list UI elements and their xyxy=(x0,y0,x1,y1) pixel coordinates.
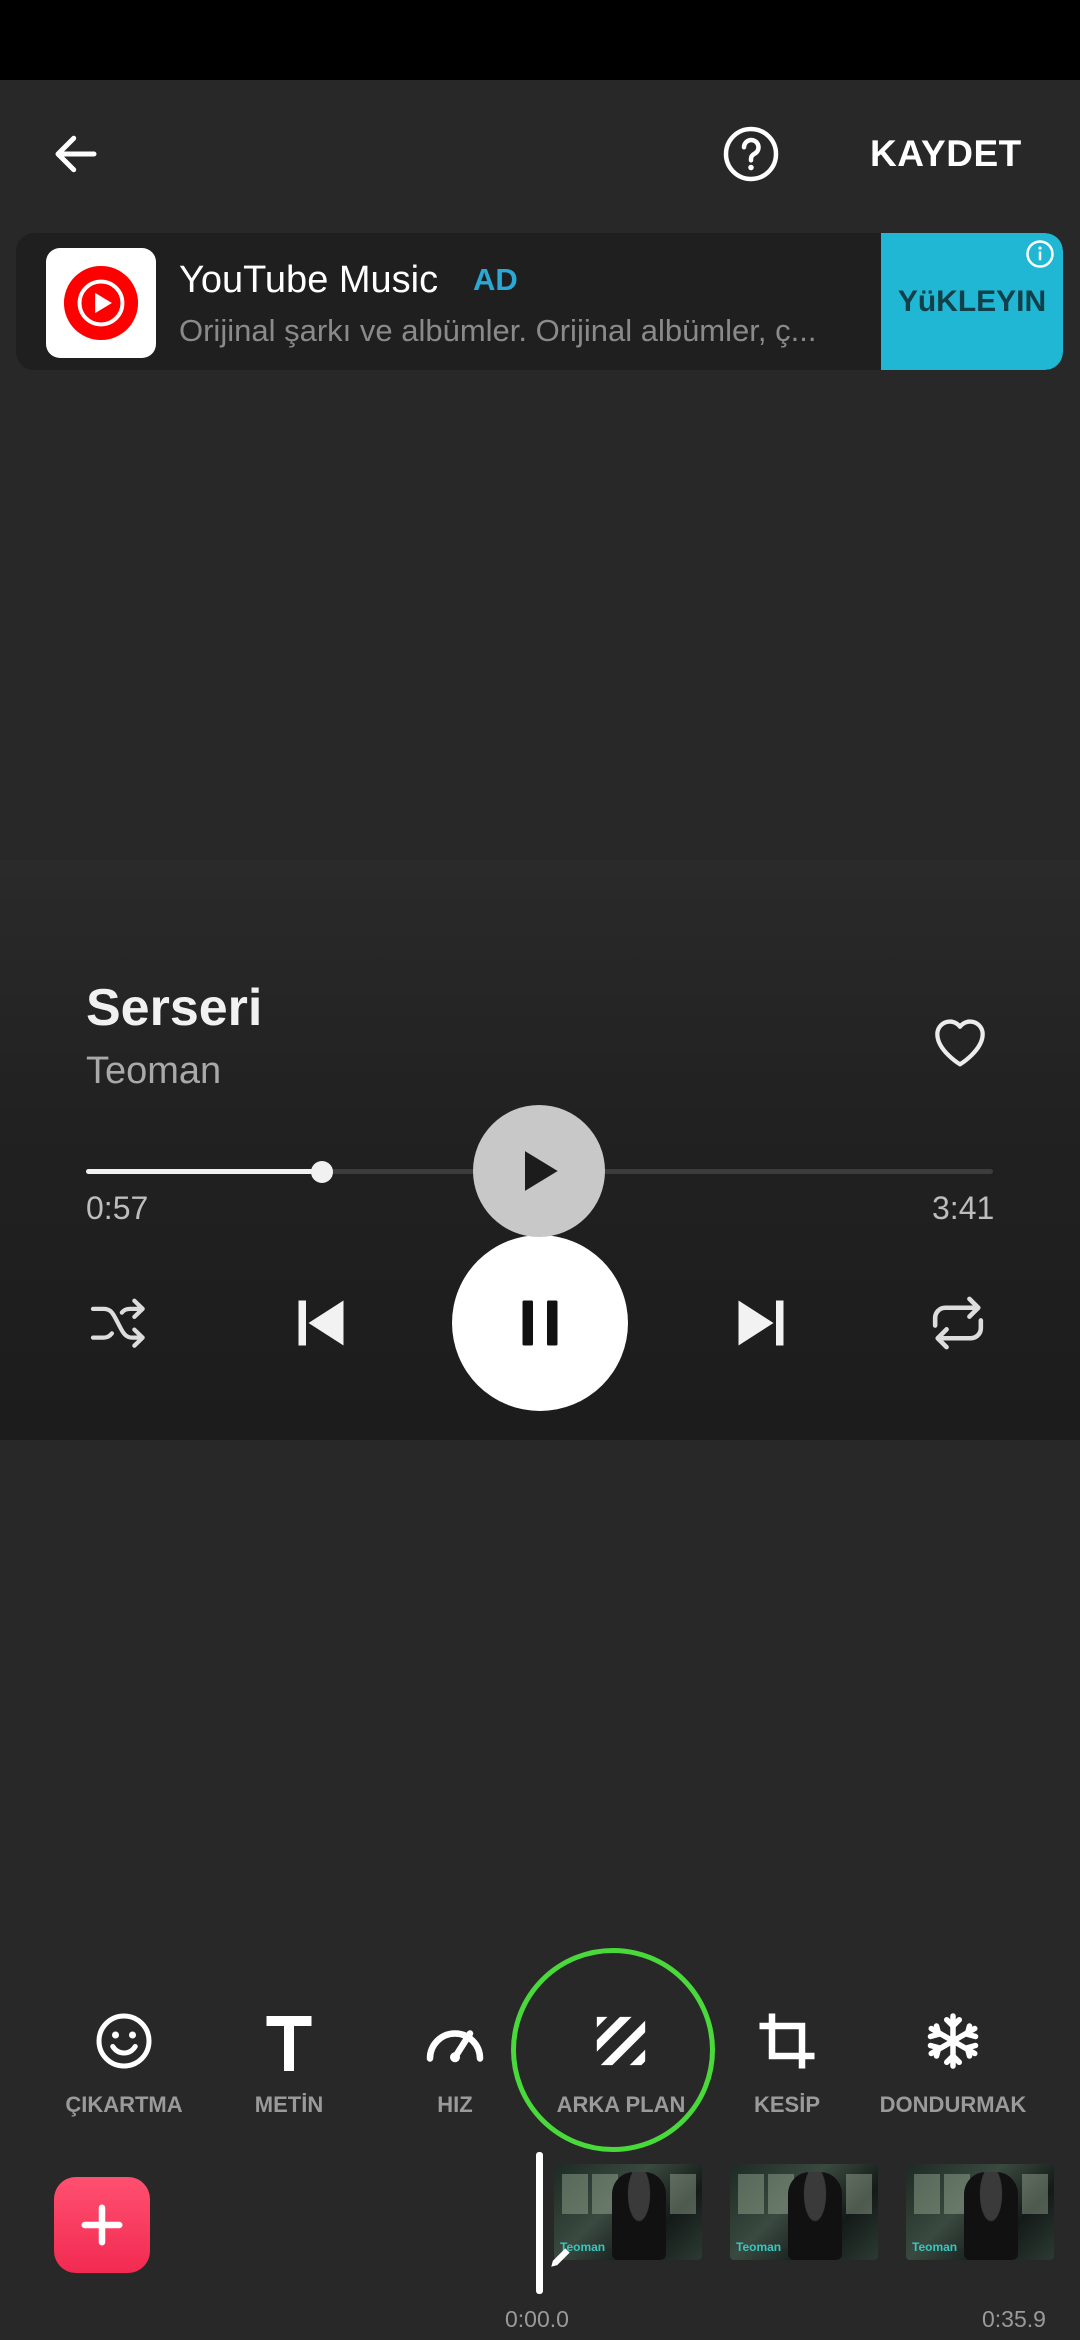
song-title: Serseri xyxy=(86,979,263,1037)
snowflake-icon xyxy=(927,2013,979,2069)
ad-install-button[interactable]: YüKLEYIN xyxy=(881,233,1063,370)
video-preview[interactable]: Serseri Teoman 0:57 3:41 xyxy=(0,860,1080,1440)
seek-bar-progress xyxy=(86,1169,322,1174)
tool-text[interactable]: METİN xyxy=(204,1990,374,2130)
skip-previous-icon xyxy=(298,1300,344,1346)
repeat-button xyxy=(922,1290,994,1356)
pause-button xyxy=(452,1235,628,1411)
tool-background[interactable]: ARKA PLAN xyxy=(536,1990,706,2130)
ad-install-label: YüKLEYIN xyxy=(897,284,1047,318)
repeat-icon xyxy=(932,1296,984,1350)
tool-speed[interactable]: HIZ xyxy=(370,1990,540,2130)
clip-thumbnail[interactable]: Teoman xyxy=(554,2164,702,2260)
background-stripes-icon xyxy=(596,2016,646,2066)
info-icon xyxy=(1026,240,1054,268)
tool-freeze-label: DONDURMAK xyxy=(879,2092,1027,2117)
pause-icon xyxy=(522,1300,558,1346)
smiley-icon xyxy=(96,2013,152,2069)
total-time: 3:41 xyxy=(932,1190,995,1226)
youtube-music-logo xyxy=(46,248,156,358)
playhead[interactable] xyxy=(536,2152,543,2294)
tool-crop[interactable]: KESİP xyxy=(702,1990,872,2130)
timeline-start-time: 0:00.0 xyxy=(505,2306,569,2332)
previous-track-button xyxy=(286,1288,356,1358)
help-button[interactable] xyxy=(715,118,787,190)
ad-title: YouTube Music xyxy=(179,259,439,301)
skip-next-icon xyxy=(738,1300,784,1346)
play-icon xyxy=(525,1151,558,1191)
shuffle-icon xyxy=(90,1298,145,1348)
ad-badge: AD xyxy=(473,262,518,297)
clip-caption: Teoman xyxy=(912,2240,958,2254)
like-button xyxy=(925,1004,995,1074)
help-icon xyxy=(723,126,779,182)
arrow-left-icon xyxy=(55,135,97,173)
back-button[interactable] xyxy=(40,118,112,190)
ad-description: Orijinal şarkı ve albümler. Orijinal alb… xyxy=(179,313,817,348)
ad-info-button[interactable] xyxy=(1023,237,1057,271)
song-artist: Teoman xyxy=(86,1050,222,1092)
add-media-button[interactable] xyxy=(54,2177,150,2273)
preview-play-button[interactable] xyxy=(473,1105,605,1237)
elapsed-time: 0:57 xyxy=(86,1190,149,1226)
text-icon xyxy=(266,2016,312,2071)
youtube-music-icon xyxy=(63,265,139,341)
shuffle-button xyxy=(86,1290,152,1356)
edit-pencil-icon xyxy=(551,2248,570,2267)
next-track-button xyxy=(726,1288,796,1358)
edit-toolbar: ÇIKARTMA METİN HIZ ARKA PLAN KESİP DONDU… xyxy=(0,1990,1080,2140)
clip-thumbnail[interactable]: Teoman xyxy=(730,2164,878,2260)
ad-banner[interactable]: YouTube Music AD Orijinal şarkı ve albüm… xyxy=(16,233,1063,370)
seek-bar-thumb xyxy=(310,1161,333,1183)
save-button[interactable]: KAYDET xyxy=(870,124,1022,184)
top-bar: KAYDET xyxy=(0,80,1080,220)
clip-caption: Teoman xyxy=(736,2240,782,2254)
plus-icon xyxy=(81,2204,123,2246)
crop-icon xyxy=(759,2013,815,2069)
clip-thumbnail[interactable]: Teoman xyxy=(906,2164,1054,2260)
heart-icon xyxy=(935,1019,985,1067)
timeline-end-time: 0:35.9 xyxy=(982,2306,1046,2332)
status-bar xyxy=(0,0,1080,80)
tool-freeze[interactable]: DONDURMAK xyxy=(868,1990,1038,2130)
speedometer-icon xyxy=(426,2030,484,2063)
